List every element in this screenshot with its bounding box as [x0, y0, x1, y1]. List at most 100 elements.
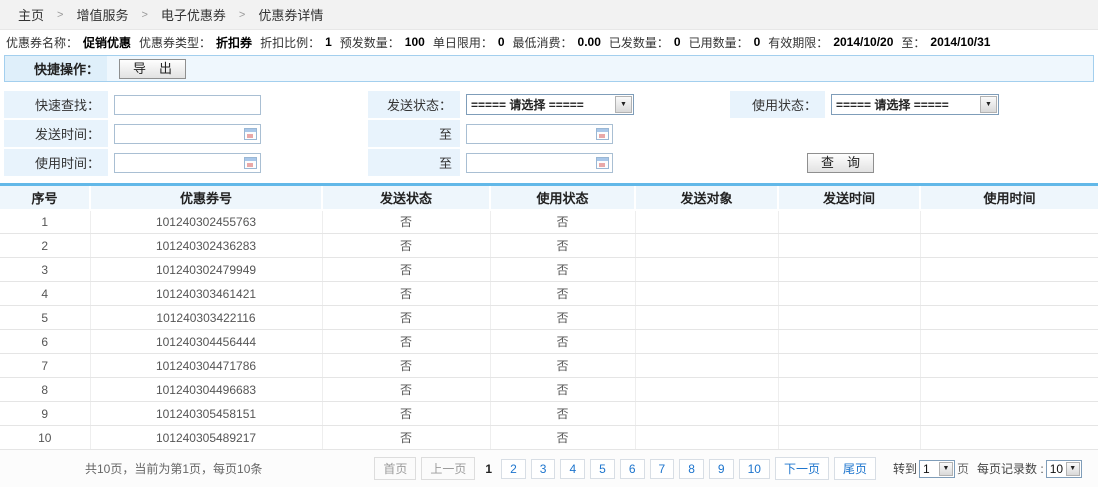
- cell-use-time: [920, 234, 1098, 258]
- calendar-icon[interactable]: [596, 128, 609, 140]
- cell-coupon-no: 101240304471786: [90, 354, 322, 378]
- info-min-spend: 最低消费：0.00: [513, 34, 601, 51]
- use-time-to-label: 至: [368, 149, 460, 176]
- cell-send-status: 否: [322, 378, 490, 402]
- cell-send-time: [778, 258, 920, 282]
- filter-row-3: 使用时间： 至 查 询: [4, 149, 1094, 176]
- calendar-icon[interactable]: [244, 157, 257, 169]
- cell-send-target: [635, 306, 778, 330]
- cell-send-time: [778, 378, 920, 402]
- breadcrumb-home[interactable]: 主页: [18, 5, 44, 24]
- coupon-table: 序号 优惠券号 发送状态 使用状态 发送对象 发送时间 使用时间 1 10124…: [0, 183, 1098, 450]
- page-link[interactable]: 10: [739, 459, 770, 479]
- breadcrumb-value-added-services[interactable]: 增值服务: [76, 5, 128, 24]
- cell-index: 2: [0, 234, 90, 258]
- table-row: 3 101240302479949 否 否: [0, 258, 1098, 282]
- info-used-count: 已用数量：0: [689, 34, 761, 51]
- cell-use-status: 否: [490, 306, 635, 330]
- current-page: 1: [485, 462, 492, 476]
- col-index: 序号: [0, 185, 90, 210]
- use-status-select[interactable]: ===== 请选择 ===== ▼: [831, 94, 999, 115]
- cell-index: 6: [0, 330, 90, 354]
- cell-index: 9: [0, 402, 90, 426]
- info-daily-limit: 单日限用：0: [433, 34, 505, 51]
- col-use-status: 使用状态: [490, 185, 635, 210]
- page-link[interactable]: 6: [620, 459, 645, 479]
- per-page-label: 每页记录数 :: [977, 460, 1044, 477]
- page-summary: 共10页，当前为第1页，每页10条: [85, 460, 262, 477]
- calendar-icon[interactable]: [596, 157, 609, 169]
- page-unit-label: 页: [957, 460, 969, 477]
- breadcrumb-e-coupon[interactable]: 电子优惠券: [161, 5, 226, 24]
- cell-send-time: [778, 210, 920, 234]
- cell-coupon-no: 101240302479949: [90, 258, 322, 282]
- page-link[interactable]: 2: [501, 459, 526, 479]
- cell-use-status: 否: [490, 210, 635, 234]
- chevron-down-icon[interactable]: ▼: [939, 462, 953, 476]
- export-button[interactable]: 导 出: [119, 59, 186, 79]
- cell-send-target: [635, 258, 778, 282]
- cell-coupon-no: 101240305458151: [90, 402, 322, 426]
- cell-send-status: 否: [322, 282, 490, 306]
- send-time-to-input[interactable]: [466, 124, 613, 144]
- first-page-button[interactable]: 首页: [374, 457, 416, 480]
- table-row: 1 101240302455763 否 否: [0, 210, 1098, 234]
- page-link[interactable]: 7: [650, 459, 675, 479]
- cell-send-target: [635, 354, 778, 378]
- cell-coupon-no: 101240303422116: [90, 306, 322, 330]
- col-send-target: 发送对象: [635, 185, 778, 210]
- chevron-down-icon[interactable]: ▼: [980, 96, 997, 113]
- use-time-from-input[interactable]: [114, 153, 261, 173]
- per-page-select[interactable]: 10 ▼: [1046, 460, 1082, 478]
- cell-send-target: [635, 234, 778, 258]
- page-link[interactable]: 9: [709, 459, 734, 479]
- cell-send-time: [778, 306, 920, 330]
- send-status-select[interactable]: ===== 请选择 ===== ▼: [466, 94, 634, 115]
- breadcrumb-separator: >: [239, 9, 245, 21]
- info-issued-count: 已发数量：0: [609, 34, 681, 51]
- filter-row-1: 快速查找： 发送状态： ===== 请选择 ===== ▼ 使用状态： ====…: [4, 91, 1094, 118]
- cell-coupon-no: 101240302436283: [90, 234, 322, 258]
- breadcrumb-separator: >: [141, 9, 147, 21]
- cell-send-target: [635, 330, 778, 354]
- cell-use-time: [920, 258, 1098, 282]
- cell-send-time: [778, 282, 920, 306]
- page-link[interactable]: 4: [560, 459, 585, 479]
- page-link[interactable]: 5: [590, 459, 615, 479]
- use-time-to-input[interactable]: [466, 153, 613, 173]
- cell-coupon-no: 101240305489217: [90, 426, 322, 450]
- coupon-table-header: 序号 优惠券号 发送状态 使用状态 发送对象 发送时间 使用时间: [0, 185, 1098, 210]
- use-time-label: 使用时间：: [4, 149, 108, 176]
- cell-coupon-no: 101240303461421: [90, 282, 322, 306]
- breadcrumb-separator: >: [57, 9, 63, 21]
- prev-page-button[interactable]: 上一页: [421, 457, 475, 480]
- calendar-icon[interactable]: [244, 128, 257, 140]
- send-time-to-label: 至: [368, 120, 460, 147]
- chevron-down-icon[interactable]: ▼: [1066, 462, 1080, 476]
- info-valid-to: 至：2014/10/31: [901, 34, 990, 51]
- cell-use-time: [920, 210, 1098, 234]
- cell-coupon-no: 101240304456444: [90, 330, 322, 354]
- cell-send-time: [778, 354, 920, 378]
- next-page-button[interactable]: 下一页: [775, 457, 829, 480]
- chevron-down-icon[interactable]: ▼: [615, 96, 632, 113]
- cell-send-status: 否: [322, 402, 490, 426]
- send-status-label: 发送状态：: [368, 91, 460, 118]
- last-page-button[interactable]: 尾页: [834, 457, 876, 480]
- cell-index: 3: [0, 258, 90, 282]
- search-button[interactable]: 查 询: [807, 153, 874, 173]
- page-link[interactable]: 3: [531, 459, 556, 479]
- breadcrumb: 主页 > 增值服务 > 电子优惠券 > 优惠券详情: [0, 0, 1098, 30]
- filter-row-2: 发送时间： 至: [4, 120, 1094, 147]
- cell-send-status: 否: [322, 234, 490, 258]
- table-row: 5 101240303422116 否 否: [0, 306, 1098, 330]
- cell-coupon-no: 101240304496683: [90, 378, 322, 402]
- page-link[interactable]: 8: [679, 459, 704, 479]
- cell-use-status: 否: [490, 354, 635, 378]
- quick-search-input[interactable]: [114, 95, 261, 115]
- cell-send-time: [778, 402, 920, 426]
- table-row: 9 101240305458151 否 否: [0, 402, 1098, 426]
- goto-page-select[interactable]: 1 ▼: [919, 460, 955, 478]
- send-time-from-input[interactable]: [114, 124, 261, 144]
- cell-use-time: [920, 402, 1098, 426]
